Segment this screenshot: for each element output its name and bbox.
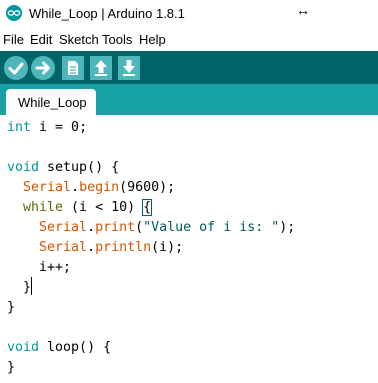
- menu-edit[interactable]: Edit: [30, 32, 52, 47]
- open-button[interactable]: [90, 56, 112, 80]
- save-button[interactable]: [118, 56, 140, 80]
- window-title: While_Loop | Arduino 1.8.1: [29, 6, 185, 21]
- upload-icon: [31, 61, 55, 84]
- open-icon: [90, 60, 112, 84]
- menu-sketch[interactable]: Sketch: [59, 32, 99, 47]
- code-line: }: [7, 280, 32, 295]
- code-line: }: [7, 360, 16, 375]
- code-line: int i = 0;: [7, 120, 88, 135]
- code-line: while (i < 10) {: [23, 199, 153, 216]
- tab-label: While_Loop: [18, 95, 87, 110]
- tab-strip: While_Loop: [0, 84, 378, 115]
- tab-while-loop[interactable]: While_Loop: [6, 89, 96, 115]
- code-line: i++;: [7, 260, 72, 275]
- menu-help[interactable]: Help: [139, 32, 166, 47]
- arduino-logo-icon: [6, 5, 22, 21]
- menu-tools[interactable]: Tools: [102, 32, 132, 47]
- code-line: Serial.println(i);: [39, 240, 184, 255]
- code-line: Serial.print("Value of i is: ");: [39, 220, 296, 235]
- menu-file[interactable]: File: [3, 32, 24, 47]
- code-line: void loop() {: [7, 340, 112, 355]
- code-line: void setup() {: [7, 160, 120, 175]
- menu-bar: File Edit Sketch Tools Help: [0, 29, 378, 51]
- new-icon: [62, 61, 84, 84]
- verify-icon: [4, 62, 28, 84]
- title-bar: While_Loop | Arduino 1.8.1 ↔: [0, 0, 378, 28]
- save-icon: [118, 60, 140, 84]
- text-caret: [31, 277, 32, 295]
- resize-cursor-icon: ↔: [296, 2, 310, 18]
- verify-button[interactable]: [4, 56, 28, 80]
- code-line: Serial.begin(9600);: [23, 180, 176, 195]
- code-line: }: [7, 300, 16, 315]
- upload-button[interactable]: [31, 56, 55, 80]
- code-editor[interactable]: int i = 0; void setup() { Serial.begin(96…: [0, 115, 378, 383]
- toolbar: [0, 51, 378, 84]
- new-button[interactable]: [62, 56, 84, 80]
